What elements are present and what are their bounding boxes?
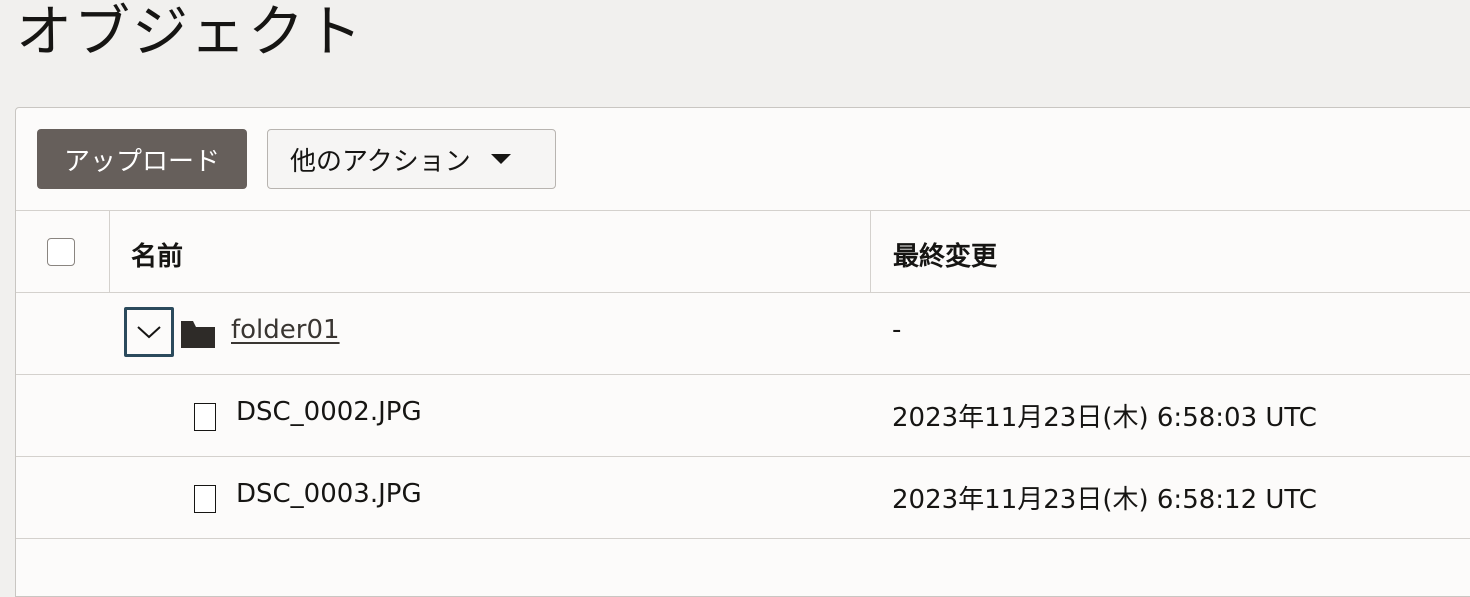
select-all-cell (16, 211, 110, 292)
page-title: オブジェクト (16, 0, 364, 65)
more-actions-button[interactable]: 他のアクション (267, 129, 556, 189)
row-check-cell (16, 457, 109, 538)
file-name[interactable]: DSC_0003.JPG (236, 479, 422, 509)
name-cell: DSC_0003.JPG (109, 457, 871, 538)
file-name[interactable]: DSC_0002.JPG (236, 397, 422, 427)
last-modified-value: 2023年11月23日(木) 6:58:03 UTC (892, 403, 1317, 433)
table-row-folder: folder01 - (16, 293, 1470, 375)
folder-link[interactable]: folder01 (231, 315, 340, 345)
name-column-header[interactable]: 名前 (109, 211, 871, 292)
toolbar: アップロード 他のアクション (16, 108, 1470, 211)
name-cell: folder01 (109, 293, 871, 374)
name-column-label: 名前 (131, 242, 184, 272)
table-row: DSC_0003.JPG 2023年11月23日(木) 6:58:12 UTC (16, 457, 1470, 539)
expand-folder-button[interactable] (124, 307, 174, 357)
upload-button[interactable]: アップロード (37, 129, 247, 189)
row-check-cell (16, 375, 109, 456)
table-row: DSC_0002.JPG 2023年11月23日(木) 6:58:03 UTC (16, 375, 1470, 457)
last-modified-value: - (892, 315, 902, 345)
last-modified-cell: 2023年11月23日(木) 6:58:12 UTC (872, 457, 1470, 538)
file-icon (194, 485, 216, 513)
more-actions-label: 他のアクション (290, 146, 471, 177)
folder-icon (181, 321, 215, 348)
caret-down-icon (490, 154, 511, 164)
select-all-checkbox[interactable] (47, 238, 75, 266)
last-modified-cell: - (872, 293, 1470, 374)
file-icon (194, 403, 216, 431)
last-modified-column-label: 最終変更 (893, 242, 998, 272)
last-modified-cell: 2023年11月23日(木) 6:58:03 UTC (872, 375, 1470, 456)
chevron-down-icon (137, 326, 161, 339)
objects-table: 名前 最終変更 folder01 - DSC_0002.JPG 2023年11月… (16, 211, 1470, 539)
name-cell: DSC_0002.JPG (109, 375, 871, 456)
objects-panel: アップロード 他のアクション 名前 最終変更 folder01 - DSC_00… (15, 107, 1470, 597)
row-check-cell (16, 293, 109, 374)
last-modified-value: 2023年11月23日(木) 6:58:12 UTC (892, 485, 1317, 515)
table-header-row: 名前 最終変更 (16, 211, 1470, 293)
last-modified-column-header[interactable]: 最終変更 (872, 211, 1470, 292)
